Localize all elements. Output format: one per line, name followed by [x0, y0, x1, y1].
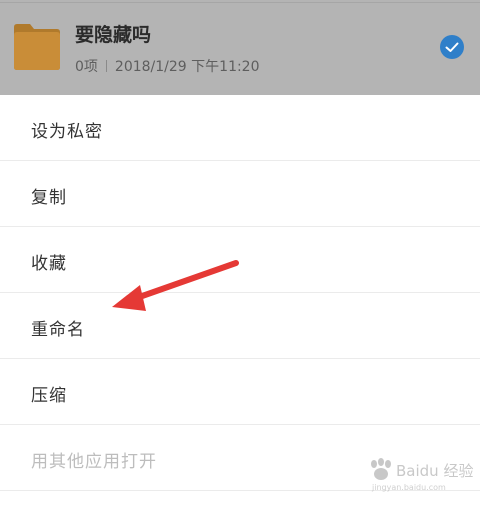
screen: 要隐藏吗 0项 2018/1/29 下午11:20 设为私密 复制 收藏 重命名 …	[0, 0, 480, 508]
divider	[0, 2, 480, 3]
item-count: 0项	[75, 59, 98, 75]
modified-date: 2018/1/29 下午11:20	[114, 59, 260, 75]
menu-item-label: 收藏	[31, 254, 67, 274]
menu-item-label: 用其他应用打开	[31, 452, 157, 472]
folder-icon	[14, 24, 60, 70]
menu-item-rename[interactable]: 重命名	[0, 293, 480, 359]
file-meta: 0项 2018/1/29 下午11:20	[75, 56, 260, 76]
menu-item-label: 设为私密	[31, 122, 103, 142]
menu-item-copy[interactable]: 复制	[0, 161, 480, 227]
menu-item-label: 压缩	[31, 386, 67, 406]
file-name: 要隐藏吗	[75, 24, 152, 46]
watermark: Baidu 经验 jingyan.baidu.com	[368, 456, 474, 496]
menu-item-compress[interactable]: 压缩	[0, 359, 480, 425]
menu-item-favorite[interactable]: 收藏	[0, 227, 480, 293]
menu-item-label: 复制	[31, 188, 67, 208]
watermark-text: Baidu 经验	[396, 462, 474, 480]
watermark-url: jingyan.baidu.com	[372, 483, 446, 492]
menu-item-set-private[interactable]: 设为私密	[0, 95, 480, 161]
meta-separator	[105, 60, 107, 72]
paw-logo-icon	[371, 458, 391, 480]
file-row[interactable]: 要隐藏吗 0项 2018/1/29 下午11:20	[0, 0, 480, 95]
context-menu: 设为私密 复制 收藏 重命名 压缩 用其他应用打开	[0, 95, 480, 491]
menu-item-label: 重命名	[31, 320, 85, 340]
check-icon[interactable]	[440, 35, 464, 59]
